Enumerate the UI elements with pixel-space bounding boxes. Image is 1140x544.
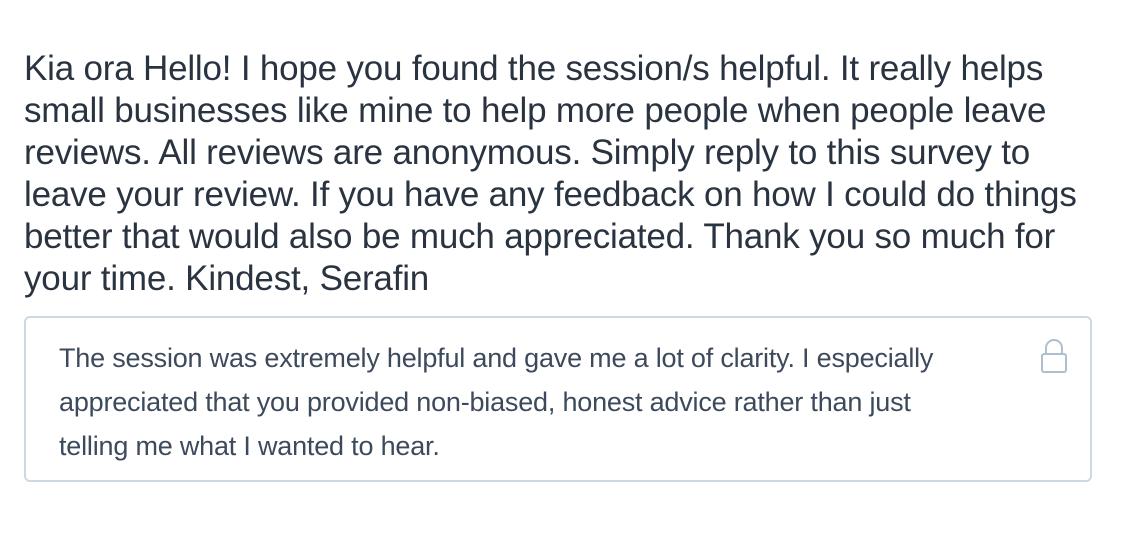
survey-question: Kia ora Hello! I hope you found the sess… (24, 49, 1077, 298)
answer-field: The session was extremely helpful and ga… (24, 316, 1092, 482)
answer-text: The session was extremely helpful and ga… (59, 343, 934, 461)
lock-icon (1040, 338, 1068, 374)
